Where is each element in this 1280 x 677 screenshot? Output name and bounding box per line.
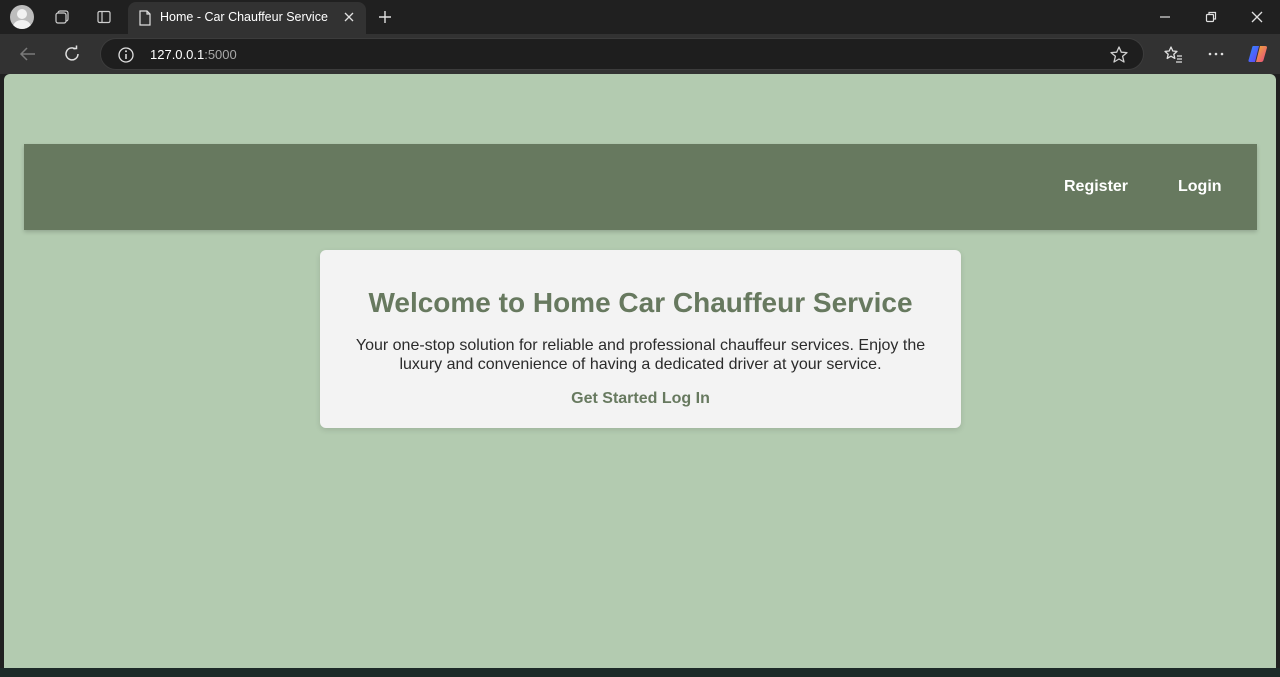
new-tab-icon[interactable]: [372, 4, 398, 30]
restore-icon[interactable]: [1194, 4, 1228, 30]
tab-actions-icon[interactable]: [90, 4, 118, 30]
active-tab[interactable]: Home - Car Chauffeur Service: [128, 2, 366, 34]
cta-links: Get Started Log In: [320, 390, 961, 408]
description-line-1: Your one-stop solution for reliable and …: [355, 337, 926, 354]
browser-titlebar: Home - Car Chauffeur Service: [0, 0, 1280, 34]
favorites-icon[interactable]: [1159, 40, 1187, 68]
page-viewport: Register Login Welcome to Home Car Chauf…: [4, 74, 1276, 668]
page-title: Welcome to Home Car Chauffeur Service: [368, 287, 913, 318]
address-bar[interactable]: 127.0.0.1:5000: [100, 38, 1144, 70]
more-options-icon[interactable]: [1202, 40, 1230, 68]
close-tab-icon[interactable]: [340, 8, 358, 26]
get-started-link[interactable]: Get Started: [571, 390, 657, 407]
register-link[interactable]: Register: [1064, 178, 1128, 196]
welcome-description: Your one-stop solution for reliable and …: [350, 336, 931, 374]
site-info-icon[interactable]: [117, 46, 135, 69]
page-icon: [138, 10, 152, 31]
tab-title: Home - Car Chauffeur Service: [160, 10, 328, 24]
welcome-card: Welcome to Home Car Chauffeur Service Yo…: [320, 250, 961, 428]
login-link[interactable]: Login: [1178, 178, 1222, 196]
log-in-link[interactable]: Log In: [662, 390, 710, 407]
profile-avatar[interactable]: [10, 5, 34, 29]
close-window-icon[interactable]: [1240, 4, 1274, 30]
taskbar-edge: [0, 668, 1280, 677]
copilot-icon[interactable]: [1244, 40, 1272, 68]
site-header: Register Login: [24, 144, 1257, 230]
workspaces-icon[interactable]: [48, 4, 76, 30]
description-line-2: luxury and convenience of having a dedic…: [399, 356, 882, 373]
favorite-star-icon[interactable]: [1109, 45, 1129, 70]
url-host: 127.0.0.1: [150, 47, 205, 62]
url-port: :5000: [204, 47, 237, 62]
url-text: 127.0.0.1:5000: [150, 47, 237, 62]
browser-toolbar: 127.0.0.1:5000: [0, 34, 1280, 74]
back-icon[interactable]: [14, 40, 42, 68]
reload-icon[interactable]: [58, 40, 86, 68]
minimize-icon[interactable]: [1148, 4, 1182, 30]
